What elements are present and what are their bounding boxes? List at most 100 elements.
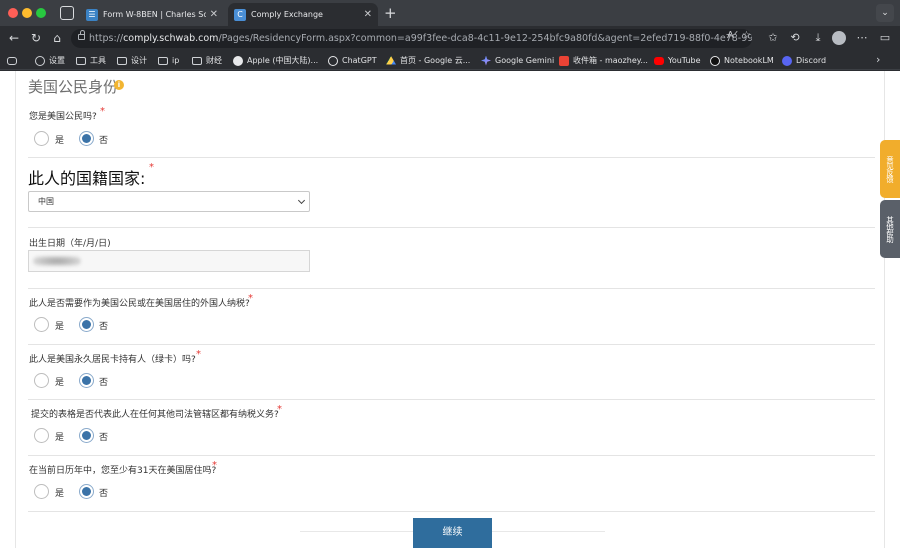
- close-tab-icon[interactable]: ✕: [364, 9, 372, 20]
- more-options-icon[interactable]: ⋯: [854, 30, 870, 46]
- tab-title: Comply Exchange: [251, 10, 323, 19]
- bookmark-chatgpt[interactable]: ChatGPT: [328, 54, 377, 67]
- bookmark-folder-tools[interactable]: 工具: [76, 54, 106, 67]
- divider: [28, 157, 875, 158]
- folder-icon: [158, 56, 168, 65]
- birth-date-input[interactable]: [28, 250, 310, 272]
- bookmark-gmail[interactable]: 收件箱 - maozhey...: [559, 54, 648, 67]
- gmail-icon: [559, 55, 569, 66]
- footer-divider: [300, 531, 413, 532]
- feedback-side-tab[interactable]: 意见反馈: [880, 140, 900, 198]
- question-green-card: 此人是美国永久居民卡持有人（绿卡）吗?: [29, 355, 196, 365]
- url-path: /Pages/ResidencyForm.aspx?common=a99f3fe…: [218, 33, 752, 44]
- divider: [28, 288, 875, 289]
- notebooklm-icon: [710, 55, 720, 66]
- divider: [28, 455, 875, 456]
- maximize-window-button[interactable]: [36, 8, 46, 18]
- google-drive-icon: [386, 56, 396, 65]
- bookmark-label: Google Gemini: [495, 56, 555, 65]
- radio-label-yes: 是: [55, 489, 65, 499]
- bookmark-label: Discord: [796, 56, 827, 65]
- question-other-jurisdiction: 提交的表格是否代表此人在任何其他司法管辖区都有纳税义务?: [31, 410, 279, 420]
- required-mark: *: [100, 106, 105, 117]
- tab-form-w8ben[interactable]: ☰ Form W-8BEN | Charles Schwab ✕: [80, 3, 224, 26]
- new-tab-icon[interactable]: +: [384, 4, 397, 22]
- favorite-star-icon[interactable]: ☆: [742, 30, 751, 41]
- close-tab-icon[interactable]: ✕: [210, 9, 218, 20]
- bookmark-label: NotebookLM: [724, 56, 774, 65]
- radio-label-no: 否: [99, 322, 109, 332]
- required-mark: *: [277, 404, 282, 415]
- download-icon[interactable]: ⤓: [810, 30, 826, 46]
- bookmark-gemini[interactable]: Google Gemini: [481, 54, 554, 67]
- bookmark-label: 设计: [131, 56, 147, 65]
- radio-label-no: 否: [99, 136, 109, 146]
- radio-31-days-yes[interactable]: [34, 484, 49, 499]
- bookmark-folder-ip[interactable]: ip: [158, 54, 179, 67]
- tab-comply-exchange[interactable]: C Comply Exchange ✕: [228, 3, 378, 26]
- redacted-birth-date: [33, 256, 81, 266]
- bookmark-label: 工具: [90, 56, 106, 65]
- bookmark-apple[interactable]: Apple (中国大陆)...: [233, 54, 318, 67]
- collections-icon: [7, 56, 17, 65]
- bookmarks-bar: 设置 工具 设计 ip 财经 Apple (中国大陆)... ChatGPT 首…: [0, 51, 900, 70]
- address-bar[interactable]: https://comply.schwab.com/Pages/Residenc…: [71, 29, 752, 48]
- chatgpt-icon: [328, 55, 338, 66]
- radio-us-tax-resident-yes[interactable]: [34, 317, 49, 332]
- radio-other-jurisdiction-no[interactable]: [79, 428, 94, 443]
- bookmark-youtube[interactable]: YouTube: [654, 54, 701, 67]
- divider: [28, 399, 875, 400]
- bookmark-folder-finance[interactable]: 财经: [192, 54, 222, 67]
- reload-icon[interactable]: ↻: [28, 30, 44, 46]
- radio-label-yes: 是: [55, 433, 65, 443]
- radio-us-tax-resident-no[interactable]: [79, 317, 94, 332]
- home-icon[interactable]: ⌂: [49, 30, 65, 46]
- tab-list-chevron-icon[interactable]: ⌄: [876, 4, 894, 22]
- close-window-button[interactable]: [8, 8, 18, 18]
- radio-label-no: 否: [99, 378, 109, 388]
- history-icon[interactable]: ⟲: [787, 30, 803, 46]
- required-mark: *: [212, 460, 217, 471]
- radio-label-yes: 是: [55, 322, 65, 332]
- bookmark-folder-design[interactable]: 设计: [117, 54, 147, 67]
- bookmark-label: Apple (中国大陆)...: [247, 56, 319, 65]
- question-31-days-in-us: 在当前日历年中，您至少有31天在美国居住吗?: [29, 466, 217, 476]
- bookmark-google-cloud[interactable]: 首页 - Google 云...: [386, 54, 470, 67]
- info-icon[interactable]: i: [114, 80, 124, 90]
- radio-us-citizen-yes[interactable]: [34, 131, 49, 146]
- browser-navigation-bar: ← ↻ ⌂ https://comply.schwab.com/Pages/Re…: [0, 26, 900, 51]
- required-mark: *: [248, 293, 253, 304]
- country-select[interactable]: 中国: [28, 191, 310, 212]
- bookmark-discord[interactable]: Discord: [782, 54, 826, 67]
- bookmark-label: ChatGPT: [342, 56, 377, 65]
- radio-green-card-yes[interactable]: [34, 373, 49, 388]
- bookmark-settings[interactable]: 设置: [35, 54, 65, 67]
- comply-favicon-icon: C: [234, 8, 246, 21]
- country-select-value: 中国: [38, 197, 54, 206]
- minimize-window-button[interactable]: [22, 8, 32, 18]
- tab-title: Form W-8BEN | Charles Schwab: [103, 10, 206, 19]
- folder-icon: [117, 56, 127, 65]
- profile-avatar[interactable]: [832, 31, 846, 45]
- radio-green-card-no[interactable]: [79, 373, 94, 388]
- radio-other-jurisdiction-yes[interactable]: [34, 428, 49, 443]
- bookmark-collections-icon[interactable]: [7, 54, 21, 67]
- radio-us-citizen-no[interactable]: [79, 131, 94, 146]
- help-side-tab[interactable]: 其他帮助: [880, 200, 900, 258]
- sidebar-toggle-icon[interactable]: ▭: [877, 30, 893, 46]
- bookmark-notebooklm[interactable]: NotebookLM: [710, 54, 774, 67]
- favorites-icon[interactable]: ✩: [765, 30, 781, 46]
- read-aloud-icon[interactable]: Aᐟ: [727, 30, 738, 41]
- folder-icon: [76, 56, 86, 65]
- divider: [28, 511, 875, 512]
- workspaces-icon[interactable]: [60, 6, 74, 20]
- radio-label-no: 否: [99, 433, 109, 443]
- continue-button[interactable]: 继续: [413, 518, 492, 548]
- back-arrow-icon[interactable]: ←: [6, 30, 22, 46]
- schwab-favicon-icon: ☰: [86, 8, 98, 21]
- required-mark: *: [196, 349, 201, 360]
- question-country-of-citizenship: 此人的国籍国家:: [28, 169, 146, 188]
- chevron-right-icon[interactable]: ›: [876, 53, 880, 66]
- radio-31-days-no[interactable]: [79, 484, 94, 499]
- bookmark-label: ip: [172, 56, 180, 65]
